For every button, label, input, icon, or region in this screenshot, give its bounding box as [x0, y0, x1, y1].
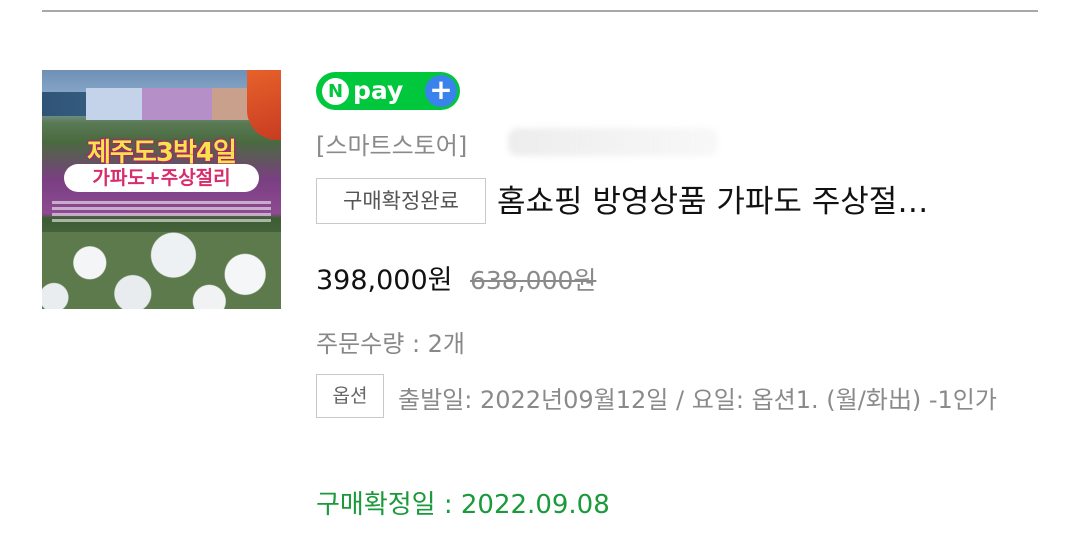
store-name-redacted [508, 128, 718, 156]
top-divider [42, 10, 1038, 12]
npay-plus-badge: N pay + [316, 72, 460, 110]
option-details: 출발일: 2022년09월12일 / 요일: 옵션1. (월/화出) -1인가 [398, 386, 997, 414]
npay-pay-text: pay [353, 76, 404, 105]
plus-icon: + [425, 75, 457, 107]
order-quantity: 주문수량 : 2개 [316, 330, 466, 358]
thumbnail-blurred-region [142, 88, 212, 120]
thumbnail-blurred-region [86, 88, 142, 120]
purchase-confirm-date: 구매확정일 : 2022.09.08 [316, 490, 610, 520]
hydrangea-flowers [42, 232, 281, 309]
thumbnail-description-lines [52, 198, 271, 226]
original-price: 638,000원 [470, 266, 597, 295]
product-thumbnail[interactable]: 제주도3박4일 가파도+주상절리 [42, 70, 281, 309]
product-title[interactable]: 홈쇼핑 방영상품 가파도 주상절… [497, 176, 928, 221]
npay-n-icon: N [322, 77, 349, 105]
autumn-leaves [247, 70, 281, 140]
thumbnail-subtitle: 가파도+주상절리 [64, 164, 259, 192]
thumbnail-blurred-region [212, 88, 252, 120]
sale-price: 398,000원 [316, 265, 453, 296]
purchase-status-badge: 구매확정완료 [316, 178, 486, 224]
store-label: [스마트스토어] [316, 132, 468, 160]
option-badge: 옵션 [316, 374, 384, 418]
